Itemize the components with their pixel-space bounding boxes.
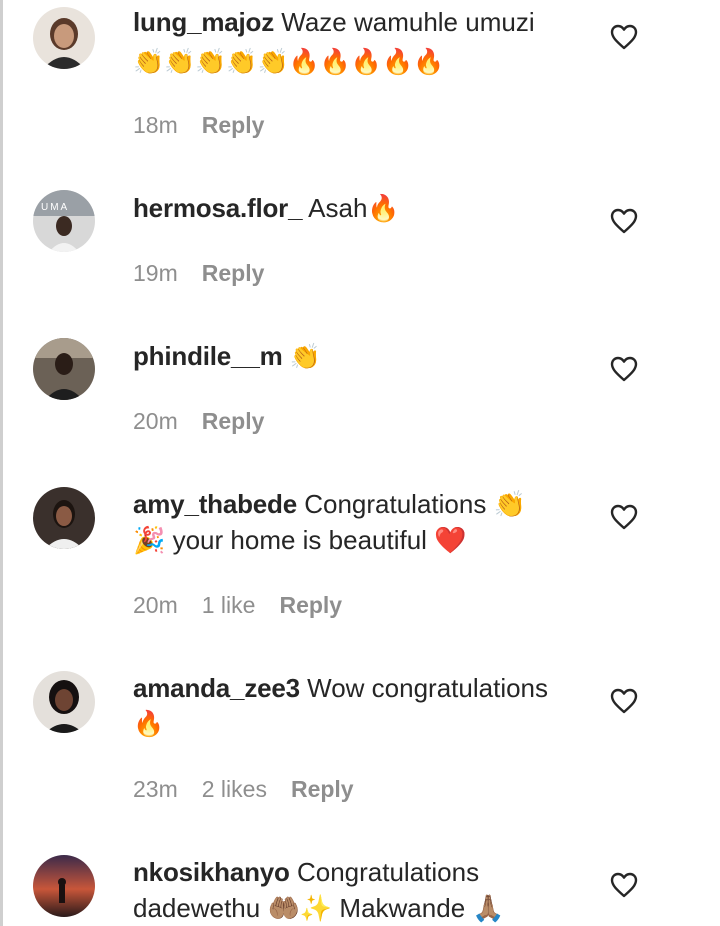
reply-button[interactable]: Reply bbox=[202, 112, 265, 138]
heart-outline-icon bbox=[610, 208, 638, 234]
comment-body: phindile__m 👏 bbox=[133, 338, 588, 375]
avatar[interactable] bbox=[33, 855, 95, 917]
comment-body: lung_majoz Waze wamuhle umuzi 👏👏👏👏👏🔥🔥🔥🔥🔥 bbox=[133, 4, 588, 80]
comment-emoji-line: 👏👏👏👏👏🔥🔥🔥🔥🔥 bbox=[133, 47, 445, 76]
reply-button[interactable]: Reply bbox=[279, 592, 342, 618]
comment-time: 23m bbox=[133, 776, 178, 802]
comment-meta: 18m Reply bbox=[133, 112, 288, 139]
svg-text:UMA: UMA bbox=[41, 202, 69, 213]
comment-text: Wow congratulations bbox=[307, 673, 549, 703]
comment-text: Congratulations bbox=[296, 857, 480, 887]
like-button[interactable] bbox=[610, 24, 638, 50]
reply-button[interactable]: Reply bbox=[291, 776, 354, 802]
like-button[interactable] bbox=[610, 208, 638, 234]
comment-username[interactable]: phindile__m bbox=[133, 341, 283, 371]
avatar[interactable] bbox=[33, 7, 95, 69]
comment-username[interactable]: nkosikhanyo bbox=[133, 857, 290, 887]
like-button[interactable] bbox=[610, 872, 638, 898]
comment-meta: 23m 2 likes Reply bbox=[133, 776, 378, 803]
comment-text: Asah🔥 bbox=[308, 193, 400, 223]
like-button[interactable] bbox=[610, 356, 638, 382]
comment-text-line2: dadewethu 🤲🏽✨ Makwande 🙏🏽 bbox=[133, 893, 505, 923]
comment-meta: 20m Reply bbox=[133, 408, 288, 435]
like-button[interactable] bbox=[610, 688, 638, 714]
comment-time: 18m bbox=[133, 112, 178, 138]
comment-text: 👏 bbox=[289, 342, 321, 371]
comment-username[interactable]: amanda_zee3 bbox=[133, 673, 300, 703]
avatar[interactable] bbox=[33, 338, 95, 400]
comment-username[interactable]: lung_majoz bbox=[133, 7, 274, 37]
comment-time: 20m bbox=[133, 408, 178, 434]
comment-text-line2: 🔥 bbox=[133, 709, 165, 738]
heart-outline-icon bbox=[610, 356, 638, 382]
comment-text: Waze wamuhle umuzi bbox=[281, 7, 535, 37]
comment-likes[interactable]: 1 like bbox=[202, 592, 256, 618]
avatar[interactable]: UMA bbox=[33, 190, 95, 252]
comment-text: Congratulations 👏 bbox=[304, 489, 526, 519]
left-edge-divider bbox=[0, 0, 3, 926]
comment-body: amy_thabede Congratulations 👏 🎉 your hom… bbox=[133, 486, 588, 558]
comment-time: 20m bbox=[133, 592, 178, 618]
heart-outline-icon bbox=[610, 24, 638, 50]
comment-body: hermosa.flor_ Asah🔥 bbox=[133, 190, 588, 226]
reply-button[interactable]: Reply bbox=[202, 260, 265, 286]
comment-meta: 20m 1 like Reply bbox=[133, 592, 366, 619]
comment-time: 19m bbox=[133, 260, 178, 286]
comment-likes[interactable]: 2 likes bbox=[202, 776, 267, 802]
heart-outline-icon bbox=[610, 688, 638, 714]
comment-username[interactable]: amy_thabede bbox=[133, 489, 297, 519]
like-button[interactable] bbox=[610, 504, 638, 530]
reply-button[interactable]: Reply bbox=[202, 408, 265, 434]
avatar[interactable] bbox=[33, 671, 95, 733]
comment-meta: 19m Reply bbox=[133, 260, 288, 287]
comment-username[interactable]: hermosa.flor_ bbox=[133, 193, 303, 223]
heart-outline-icon bbox=[610, 872, 638, 898]
comment-body: amanda_zee3 Wow congratulations 🔥 bbox=[133, 670, 588, 742]
heart-outline-icon bbox=[610, 504, 638, 530]
avatar[interactable] bbox=[33, 487, 95, 549]
comment-text-line2: 🎉 your home is beautiful ❤️ bbox=[133, 525, 467, 555]
comment-body: nkosikhanyo Congratulations dadewethu 🤲🏽… bbox=[133, 854, 588, 926]
